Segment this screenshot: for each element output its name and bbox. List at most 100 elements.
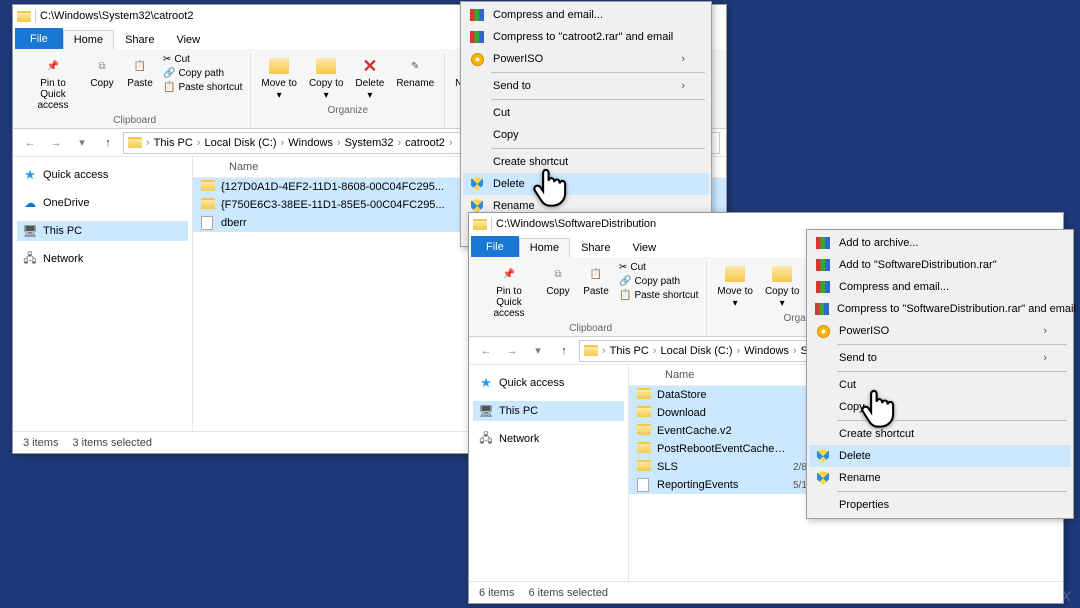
crumb-system32[interactable]: System32 [345,137,394,149]
ctx-item[interactable]: Send to› [463,75,709,97]
nav-network[interactable]: 🖧Network [473,429,624,449]
delete-button[interactable]: ✕Delete▾ [351,53,388,103]
cut-button[interactable]: ✂Cut [617,261,700,274]
nav-back-button[interactable]: ← [19,132,41,154]
tab-share[interactable]: Share [570,238,621,257]
copy-to-icon [316,58,336,74]
crumb-this-pc[interactable]: This PC [154,137,193,149]
rename-button[interactable]: ✎Rename [392,53,438,91]
pin-quick-access-button[interactable]: 📌Pin to Quick access [481,261,537,321]
ctx-item[interactable]: Compress to "SoftwareDistribution.rar" a… [809,298,1071,320]
nav-network[interactable]: 🖧Network [17,249,188,269]
ctx-item[interactable]: Compress to "catroot2.rar" and email [463,26,709,48]
tab-view[interactable]: View [621,238,667,257]
ctx-item-label: Properties [839,499,889,511]
folder-icon [201,198,215,209]
ctx-item[interactable]: Compress and email... [809,276,1071,298]
cloud-icon: ☁ [23,196,37,210]
ctx-item[interactable]: Copy [809,396,1071,418]
ctx-item[interactable]: PowerISO› [463,48,709,70]
crumb-windows[interactable]: Windows [744,345,789,357]
tab-file[interactable]: File [15,28,63,49]
ctx-item-label: PowerISO [839,325,889,337]
move-to-button[interactable]: Move to▾ [713,261,757,311]
delete-x-icon: ✕ [359,55,381,77]
tab-file[interactable]: File [471,236,519,257]
ctx-separator [491,99,705,100]
nav-back-button[interactable]: ← [475,340,497,362]
folder-icon [637,406,651,417]
ctx-item[interactable]: Rename [809,467,1071,489]
nav-this-pc[interactable]: 🖥This PC [473,401,624,421]
move-to-button[interactable]: Move to▾ [257,53,301,103]
nav-recent-button[interactable]: ▾ [71,132,93,154]
copy-path-button[interactable]: 🔗Copy path [617,275,700,288]
paste-button[interactable]: 📋Paste [579,261,613,299]
ctx-item[interactable]: Add to archive... [809,232,1071,254]
copy-to-button[interactable]: Copy to▾ [305,53,347,103]
paste-shortcut-icon: 📋 [163,82,175,93]
nav-quick-access[interactable]: ★Quick access [473,373,624,393]
pin-quick-access-button[interactable]: 📌 Pin to Quick access [25,53,81,113]
ctx-item[interactable]: Send to› [809,347,1071,369]
paste-shortcut-button[interactable]: 📋Paste shortcut [617,289,700,302]
nav-forward-button[interactable]: → [45,132,67,154]
nav-this-pc[interactable]: 🖥This PC [17,221,188,241]
ctx-item[interactable]: Create shortcut [809,423,1071,445]
tab-home[interactable]: Home [519,238,570,257]
folder-icon [637,388,651,399]
paste-button[interactable]: 📋 Paste [123,53,157,91]
col-name[interactable]: Name [229,161,278,173]
crumb-this-pc[interactable]: This PC [610,345,649,357]
crumb-windows[interactable]: Windows [288,137,333,149]
nav-onedrive[interactable]: ☁OneDrive [17,193,188,213]
chevron-right-icon: › [681,80,685,92]
ctx-item[interactable]: Properties [809,494,1071,516]
tab-view[interactable]: View [165,30,211,49]
ctx-item[interactable]: Delete [463,173,709,195]
nav-up-button[interactable]: ↑ [97,132,119,154]
archive-icon [815,303,829,315]
shield-icon [471,199,483,213]
tab-share[interactable]: Share [114,30,165,49]
cut-button[interactable]: ✂Cut [161,53,244,66]
paste-icon: 📋 [129,55,151,77]
ctx-item[interactable]: Create shortcut [463,151,709,173]
ctx-item[interactable]: Delete [809,445,1071,467]
organize-group-label: Organize [327,103,368,118]
copy-icon: ⧉ [547,263,569,285]
ctx-item-label: Create shortcut [839,428,914,440]
ctx-separator [491,148,705,149]
copy-path-button[interactable]: 🔗Copy path [161,67,244,80]
tab-home[interactable]: Home [63,30,114,49]
ctx-item[interactable]: Add to "SoftwareDistribution.rar" [809,254,1071,276]
ctx-item[interactable]: Compress and email... [463,4,709,26]
nav-up-button[interactable]: ↑ [553,340,575,362]
crumb-catroot2[interactable]: catroot2 [405,137,445,149]
ctx-item[interactable]: PowerISO› [809,320,1071,342]
nav-forward-button[interactable]: → [501,340,523,362]
crumb-disk-c[interactable]: Local Disk (C:) [660,345,732,357]
archive-icon [470,9,484,21]
move-icon [725,266,745,282]
archive-icon [470,31,484,43]
ctx-item-label: Cut [493,107,510,119]
folder-icon [201,180,215,191]
ctx-item[interactable]: Cut [463,102,709,124]
nav-recent-button[interactable]: ▾ [527,340,549,362]
ctx-item[interactable]: Copy [463,124,709,146]
paste-shortcut-button[interactable]: 📋Paste shortcut [161,81,244,94]
folder-icon [637,424,651,435]
ctx-item[interactable]: Cut [809,374,1071,396]
col-name[interactable]: Name [665,369,714,381]
crumb-disk-c[interactable]: Local Disk (C:) [204,137,276,149]
copy-button[interactable]: ⧉Copy [541,261,575,299]
nav-quick-access[interactable]: ★Quick access [17,165,188,185]
status-count: 3 items [23,437,58,449]
archive-icon [816,281,830,293]
status-selected: 6 items selected [528,587,607,599]
clipboard-group-label: Clipboard [113,113,156,128]
hand-cursor-icon [528,163,572,207]
copy-to-button[interactable]: Copy to▾ [761,261,803,311]
copy-button[interactable]: ⧉ Copy [85,53,119,91]
